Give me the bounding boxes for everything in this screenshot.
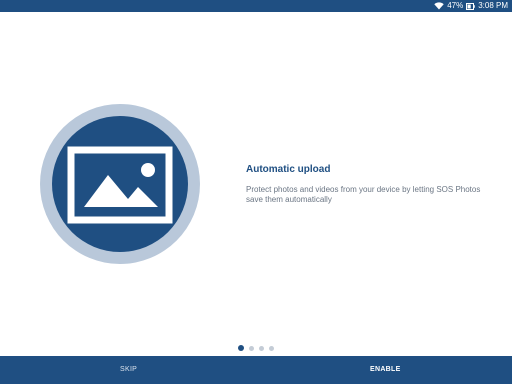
battery-icon [466,2,476,10]
battery-percent: 47% [447,1,464,10]
page-dot-1[interactable] [238,345,244,351]
action-bar: SKIP ENABLE [0,356,512,384]
status-bar: 47% 3:08 PM [0,0,512,12]
page-dot-2[interactable] [249,345,254,351]
wifi-icon [434,2,444,10]
clock: 3:08 PM [478,1,508,10]
onboarding-title: Automatic upload [246,164,331,175]
skip-button[interactable]: SKIP [120,356,137,384]
onboarding-description: Protect photos and videos from your devi… [246,185,481,204]
hero-illustration [40,104,200,264]
page-dot-4[interactable] [269,345,274,351]
page-dot-3[interactable] [259,345,264,351]
enable-button[interactable]: ENABLE [370,356,401,384]
status-indicators: 47% 3:08 PM [434,0,508,12]
page-indicator [238,345,274,351]
